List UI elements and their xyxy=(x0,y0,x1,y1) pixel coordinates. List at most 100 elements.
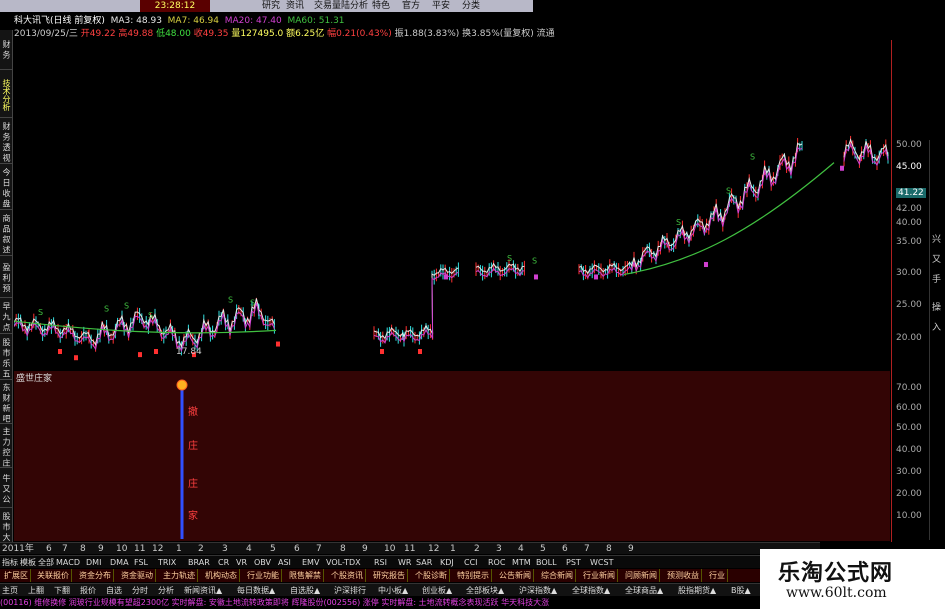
vtab-1[interactable]: 技术分析 xyxy=(0,72,12,118)
indicator-tab-12[interactable]: ASI xyxy=(278,556,291,568)
feature-tab-14[interactable]: 行业新闻 xyxy=(581,569,618,582)
bottom-tab-3[interactable]: 报价 xyxy=(80,584,96,596)
vtab-4[interactable]: 商 品 叙 述 xyxy=(0,212,12,256)
vtab-10[interactable]: 牛 又 公 股 xyxy=(0,470,12,508)
menu-research[interactable]: 研究 xyxy=(262,0,280,12)
indicator-tab-7[interactable]: TRIX xyxy=(158,556,176,568)
menu-official[interactable]: 官方 xyxy=(402,0,420,12)
vtab-8[interactable]: 东 财 新 吧 xyxy=(0,382,12,424)
vtab-3[interactable]: 今 日 收 盘 xyxy=(0,166,12,210)
time-tick-7: 12 xyxy=(152,544,164,554)
indicator-tab-14[interactable]: VOL-TDX xyxy=(326,556,361,568)
feature-tab-16[interactable]: 预测收益 xyxy=(665,569,702,582)
bottom-tab-18[interactable]: B股▲ xyxy=(731,584,751,596)
feature-tab-15[interactable]: 问顾新闻 xyxy=(623,569,660,582)
buy-signal-marker xyxy=(154,349,158,354)
time-tick-22: 3 xyxy=(496,544,502,554)
candlestick-chart[interactable]: S S S S S S S S S S S 17.84 xyxy=(14,40,890,369)
bottom-tab-4[interactable]: 自选 xyxy=(106,584,122,596)
menu-pingan[interactable]: 平安 xyxy=(432,0,450,12)
indicator-tab-20[interactable]: ROC xyxy=(488,556,505,568)
bottom-tab-1[interactable]: 上翻 xyxy=(28,584,44,596)
vtab-6[interactable]: 早 九 点 xyxy=(0,300,12,334)
feature-tab-2[interactable]: 资金分布 xyxy=(77,569,114,582)
indicator-tab-13[interactable]: EMV xyxy=(302,556,319,568)
feature-tab-12[interactable]: 公告新闻 xyxy=(497,569,534,582)
bottom-tab-16[interactable]: 全球商品▲ xyxy=(625,584,663,596)
bottom-tab-8[interactable]: 每日数据▲ xyxy=(237,584,275,596)
indicator-tab-23[interactable]: PST xyxy=(566,556,581,568)
time-axis: 2011年 6 7 8 9 10 11 12 1 2 3 4 5 6 7 8 9 10 11 12 1 2 3 4 5 6 7 8 9 xyxy=(0,542,820,554)
indicator-tab-6[interactable]: FSL xyxy=(134,556,148,568)
bottom-tab-15[interactable]: 全球指数▲ xyxy=(572,584,610,596)
time-tick-8: 1 xyxy=(176,544,182,554)
vtab-9[interactable]: 主 力 控 庄 xyxy=(0,426,12,468)
indicator-tab-10[interactable]: VR xyxy=(236,556,247,568)
bottom-tab-11[interactable]: 中小板▲ xyxy=(378,584,408,596)
feature-tab-5[interactable]: 机构动态 xyxy=(203,569,240,582)
indicator-tab-4[interactable]: DMI xyxy=(86,556,101,568)
vtab-7[interactable]: 股 市 乐 五 xyxy=(0,336,12,380)
bottom-tab-14[interactable]: 沪深指数▲ xyxy=(519,584,557,596)
watermark-url: www.60lt.com xyxy=(786,585,887,601)
indicator-label: 盛世庄家 xyxy=(16,374,53,384)
vtab-11[interactable]: 股 市 大 仙 xyxy=(0,510,12,545)
vtab-2[interactable]: 财 务 透 视 xyxy=(0,120,12,164)
indicator-tab-0[interactable]: 指标 xyxy=(2,556,18,568)
indicator-tab-2[interactable]: 全部 xyxy=(38,556,54,568)
feature-tab-7[interactable]: 限售解禁 xyxy=(287,569,324,582)
feature-tab-3[interactable]: 资金驱动 xyxy=(119,569,156,582)
feature-tab-1[interactable]: 关联报价 xyxy=(35,569,72,582)
indicator-tab-17[interactable]: SAR xyxy=(416,556,432,568)
indicator-panel[interactable]: 撤 庄 庄 家 xyxy=(14,371,890,541)
feature-tab-6[interactable]: 行业功能 xyxy=(245,569,282,582)
bottom-tab-9[interactable]: 自选股▲ xyxy=(290,584,320,596)
feature-tab-8[interactable]: 个股资讯 xyxy=(329,569,366,582)
signal-icon xyxy=(176,379,188,391)
sell-signal-marker: S xyxy=(726,187,731,196)
feature-tab-17[interactable]: 行业 xyxy=(707,569,728,582)
indicator-tab-16[interactable]: WR xyxy=(398,556,411,568)
price-tick-0: 50.00 xyxy=(896,140,922,150)
buy-signal-marker xyxy=(276,341,280,347)
vtab-0[interactable]: 财 务 xyxy=(0,30,12,70)
indicator-tab-15[interactable]: RSI xyxy=(374,556,387,568)
indicator-tab-9[interactable]: CR xyxy=(218,556,229,568)
quote-amount: 额6.25亿 xyxy=(286,29,325,39)
bottom-tab-6[interactable]: 分析 xyxy=(158,584,174,596)
menu-news[interactable]: 资讯 xyxy=(286,0,304,12)
feature-tab-4[interactable]: 主力轨迹 xyxy=(161,569,198,582)
indicator-tab-21[interactable]: MTM xyxy=(512,556,531,568)
bottom-tab-10[interactable]: 沪深排行 xyxy=(334,584,366,596)
feature-tab-13[interactable]: 综合新闻 xyxy=(539,569,576,582)
feature-tab-10[interactable]: 个股诊断 xyxy=(413,569,450,582)
indicator-tabs-row: 指标 模板 全部 MACD DMI DMA FSL TRIX BRAR CR VR OBV ASI EMV… xyxy=(0,555,760,568)
vtab-5[interactable]: 盈 利 预 测 xyxy=(0,258,12,298)
menu-volume-analysis[interactable]: 交易量陆分析 xyxy=(314,0,368,12)
indicator-tab-19[interactable]: CCI xyxy=(464,556,478,568)
feature-tab-11[interactable]: 特别提示 xyxy=(455,569,492,582)
indicator-tab-11[interactable]: OBV xyxy=(254,556,271,568)
signal-char-0: 撤 xyxy=(188,405,198,418)
indicator-tab-5[interactable]: DMA xyxy=(110,556,129,568)
bottom-tab-5[interactable]: 分时 xyxy=(132,584,148,596)
indicator-tab-24[interactable]: WCST xyxy=(590,556,613,568)
bottom-tab-2[interactable]: 下翻 xyxy=(54,584,70,596)
menu-categories[interactable]: 分类 xyxy=(462,0,480,12)
bottom-tab-7[interactable]: 新闻资讯▲ xyxy=(184,584,222,596)
bottom-tab-13[interactable]: 全部板块▲ xyxy=(466,584,504,596)
indicator-tab-22[interactable]: BOLL xyxy=(536,556,557,568)
indicator-tab-8[interactable]: BRAR xyxy=(188,556,210,568)
bottom-tab-12[interactable]: 创业板▲ xyxy=(422,584,452,596)
bottom-tab-17[interactable]: 股指期货▲ xyxy=(678,584,716,596)
indicator-tab-18[interactable]: KDJ xyxy=(440,556,454,568)
bottom-tab-0[interactable]: 主页 xyxy=(2,584,18,596)
indicator-tab-3[interactable]: MACD xyxy=(56,556,80,568)
indicator-tab-1[interactable]: 模板 xyxy=(20,556,36,568)
price-tick-4: 35.00 xyxy=(896,237,922,247)
feature-tab-9[interactable]: 研究报告 xyxy=(371,569,408,582)
time-tick-2: 7 xyxy=(62,544,68,554)
ma60-value: MA60: 51.31 xyxy=(287,16,345,26)
feature-tab-0[interactable]: 扩展区 xyxy=(2,569,31,582)
menu-features[interactable]: 特色 xyxy=(372,0,390,12)
